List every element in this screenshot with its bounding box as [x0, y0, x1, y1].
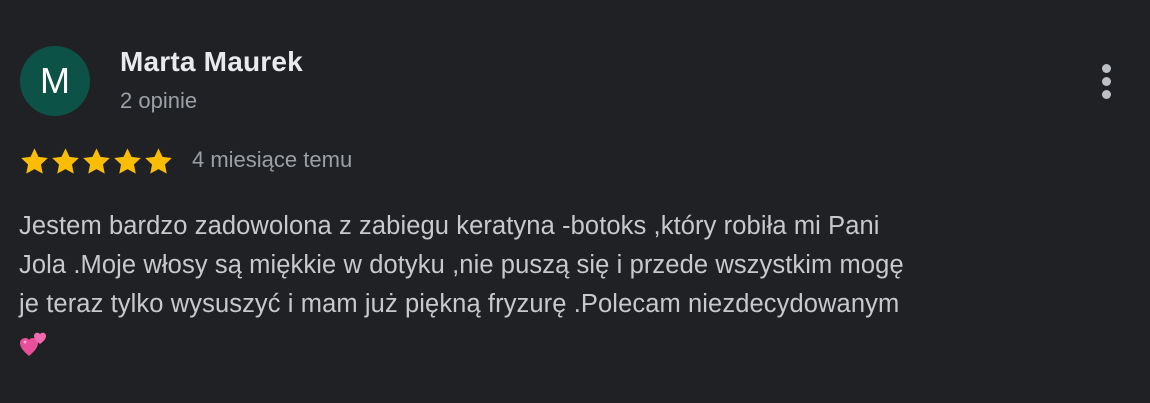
review-text-line: Jestem bardzo zadowolona z zabiegu kerat… — [19, 212, 880, 240]
review-text-line: Jola .Moje włosy są miękkie w dotyku ,ni… — [19, 251, 904, 279]
star-rating — [19, 144, 174, 178]
review-emoji-line — [19, 324, 1129, 363]
author-name[interactable]: Marta Maurek — [120, 46, 303, 78]
star-icon — [19, 146, 50, 177]
avatar[interactable]: M — [20, 46, 90, 116]
review-card: M Marta Maurek 2 opinie 4 miesiące temu … — [0, 0, 1150, 403]
review-date: 4 miesiące temu — [192, 147, 353, 172]
star-icon — [50, 146, 81, 177]
avatar-initial: M — [40, 60, 70, 101]
star-icon — [81, 146, 112, 177]
two-hearts-icon — [19, 329, 49, 359]
review-text-line: je teraz tylko wysuszyć i mam już piękną… — [19, 290, 900, 318]
star-icon — [112, 146, 143, 177]
review-text: Jestem bardzo zadowolona z zabiegu kerat… — [19, 207, 1129, 363]
star-icon — [143, 146, 174, 177]
more-options-button[interactable] — [1090, 58, 1124, 104]
author-review-count[interactable]: 2 opinie — [120, 88, 197, 114]
